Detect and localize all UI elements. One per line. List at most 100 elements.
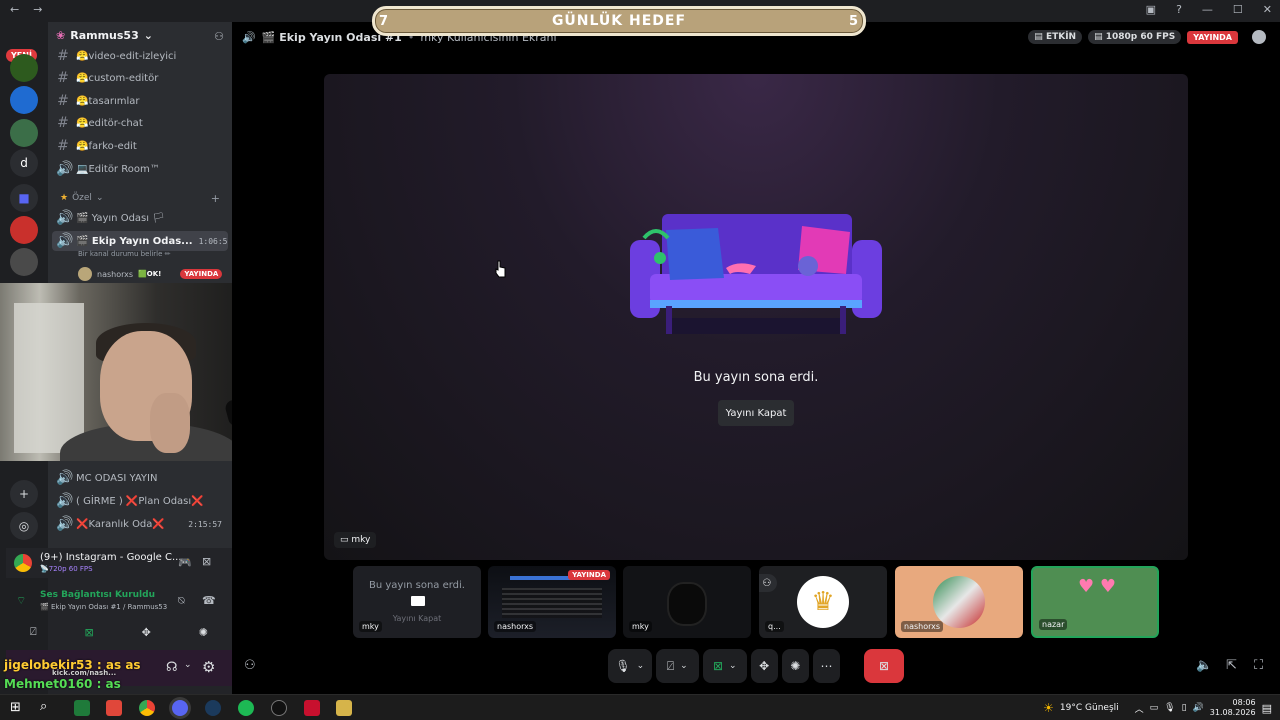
tray-chevron-icon[interactable]: ︿ — [1135, 702, 1144, 715]
close-stream-button[interactable]: Yayını Kapat — [718, 400, 794, 426]
more-button[interactable]: ⋯ — [812, 649, 841, 683]
server-header[interactable]: ❀ Rammus53 ⌄ — [56, 29, 153, 42]
hash-icon: # — [57, 48, 69, 64]
channel-farko-edit[interactable]: # 😤farko-edit — [56, 136, 226, 156]
discord-icon[interactable] — [172, 700, 188, 716]
channel-status[interactable]: Bir kanal durumu belirle ✏ — [78, 250, 171, 258]
microphone-button[interactable]: 🎙 ⌄ — [608, 649, 652, 683]
volume-tray-icon[interactable]: 🔊 — [1193, 703, 1204, 713]
close-icon[interactable]: ✕ — [1263, 3, 1272, 16]
invite-icon[interactable]: ⚇ — [244, 658, 256, 673]
voice-channel[interactable]: 🎬 Ekip Yayın Odası #1 / Rammus53 — [40, 603, 167, 611]
end-call-button[interactable]: ⊠ — [864, 649, 904, 683]
notification-icon[interactable]: ▤ — [1262, 702, 1272, 715]
noise-suppression-icon[interactable]: ⍉ — [178, 594, 185, 608]
section-ozel[interactable]: ★ Özel ⌄ — [60, 193, 103, 203]
taskbar-app-icon[interactable] — [336, 700, 352, 716]
channel-custom-editor[interactable]: # 😤custom-editör — [56, 68, 226, 88]
folder-icon[interactable]: ■ — [10, 184, 38, 212]
voice-member[interactable]: nashorxs 🟩OK! YAYINDA — [78, 267, 223, 281]
people-icon: ⚇ — [762, 577, 772, 589]
participant-tile[interactable]: ♥ ♥ nazar — [1031, 566, 1159, 638]
chevron-down-icon[interactable]: ⌄ — [184, 660, 192, 670]
minimize-icon[interactable]: — — [1202, 3, 1213, 16]
live-badge: YAYINDA — [1187, 30, 1238, 44]
participant-tile[interactable]: ♛ q... ⌄⚇ — [759, 566, 887, 638]
spotify-icon[interactable] — [238, 700, 254, 716]
taskbar-app-icon[interactable] — [304, 700, 320, 716]
star-icon: ★ — [60, 193, 69, 203]
participant-tile[interactable]: Bu yayın sona erdi. Yayını Kapat mky — [353, 566, 481, 638]
maximize-icon[interactable]: ☐ — [1233, 3, 1243, 16]
network-icon[interactable]: ▭ — [1150, 703, 1159, 713]
chrome-icon[interactable] — [139, 700, 155, 716]
server-icon-sonic[interactable] — [10, 86, 38, 114]
channel-ekip-yayin-odasi[interactable]: 🔊🎬 Ekip Yayın Odas... 1:06:53 — [52, 231, 228, 251]
disconnect-icon[interactable]: ☎ — [202, 594, 216, 607]
taskbar-app-icon[interactable] — [106, 700, 122, 716]
couch-illustration — [630, 214, 882, 334]
camera-off-icon[interactable]: ⍁ — [30, 625, 37, 639]
hash-icon: # — [57, 138, 69, 154]
screen-share-button[interactable]: ⊠ ⌄ — [703, 649, 747, 683]
explore-icon[interactable]: ◎ — [10, 512, 38, 540]
inbox-icon[interactable]: ▣ — [1146, 3, 1156, 16]
obs-icon[interactable] — [271, 700, 287, 716]
activities-button[interactable]: ✥ — [750, 649, 778, 683]
participant-tile[interactable]: nashorxs — [895, 566, 1023, 638]
weather-text[interactable]: 19°C Güneşli — [1060, 703, 1119, 713]
back-arrow-icon[interactable]: ← — [10, 3, 33, 16]
chevron-down-icon: ⌄ — [729, 661, 737, 671]
popout-icon[interactable]: ⇱ — [1226, 658, 1237, 673]
chrome-icon — [14, 554, 32, 572]
channel-editor-room[interactable]: 🔊 💻Editör Room™ — [56, 159, 226, 179]
stream-stage: Bu yayın sona erdi. Yayını Kapat ▭ mky — [324, 74, 1188, 560]
soundboard-button[interactable]: ✺ — [781, 649, 809, 683]
channel-plan-odasi[interactable]: 🔊( GİRME ) ❌Plan Odası❌ — [56, 491, 226, 511]
server-icon-rammus[interactable] — [10, 119, 38, 147]
server-icon-adalar[interactable] — [10, 54, 38, 82]
goal-title: GÜNLÜK HEDEF — [551, 13, 687, 29]
forward-arrow-icon[interactable]: → — [33, 3, 56, 16]
search-icon[interactable]: ⌕ — [40, 699, 47, 714]
participant-tile[interactable]: YAYINDA nashorxs — [488, 566, 616, 638]
activity-card[interactable]: (9+) Instagram - Google C... 📡720p 60 FP… — [6, 548, 232, 578]
participants-toggle[interactable]: ⌄⚇ — [759, 574, 777, 592]
fullscreen-icon[interactable]: ⛶ — [1254, 658, 1263, 673]
server-name: Rammus53 — [70, 29, 139, 42]
channel-tasarimlar[interactable]: # 😤tasarımlar — [56, 91, 226, 111]
camera-button[interactable]: ⍁ ⌄ — [655, 649, 700, 683]
battery-icon[interactable]: ▯ — [1182, 703, 1187, 713]
signal-icon[interactable]: ⌔ — [16, 594, 26, 608]
stop-stream-icon[interactable]: ⊠ — [202, 555, 211, 568]
participant-tile[interactable]: mky — [623, 566, 751, 638]
steam-icon[interactable] — [205, 700, 221, 716]
taskbar-app-icon[interactable] — [74, 700, 90, 716]
channel-karanlik-oda[interactable]: 🔊 ❌Karanlık Oda❌ 2:15:57 — [56, 514, 226, 534]
nav-arrows[interactable]: ←→ — [10, 3, 56, 16]
activities-icon[interactable]: ✥ — [142, 626, 151, 639]
chat-bubble-icon[interactable] — [1252, 30, 1266, 44]
channel-editor-chat[interactable]: # 😤editör-chat — [56, 113, 226, 133]
channel-yayin-odasi[interactable]: 🔊 🎬 Yayın Odası 🏳 — [56, 208, 226, 228]
volume-icon[interactable]: 🔈 — [1196, 658, 1212, 673]
add-server-icon[interactable]: + — [10, 480, 38, 508]
help-icon[interactable]: ? — [1176, 3, 1182, 16]
add-channel-icon[interactable]: + — [211, 192, 220, 205]
clock[interactable]: 08:06 31.08.2026 — [1210, 698, 1256, 718]
quality-pill[interactable]: ▤ 1080p 60 FPS — [1088, 30, 1182, 44]
screen-share-icon[interactable]: ⊠ — [84, 626, 93, 639]
gamepad-icon[interactable]: 🎮 — [178, 556, 192, 569]
soundboard-icon[interactable]: ✺ — [199, 626, 208, 639]
server-icon-d[interactable]: d — [10, 149, 38, 177]
headphones-icon[interactable]: ☊ — [166, 660, 178, 675]
channel-mc-odasi[interactable]: 🔊 MC ODASI YAYIN — [56, 468, 226, 488]
add-member-icon[interactable]: ⚇ — [214, 30, 224, 43]
server-icon-grey[interactable] — [10, 248, 38, 276]
windows-start-icon[interactable]: ⊞ — [10, 700, 21, 715]
activity-pill[interactable]: ▤ ETKİN — [1028, 30, 1083, 44]
server-icon-red[interactable] — [10, 216, 38, 244]
channel-video-edit-izleyici[interactable]: # 😤video-edit-izleyici — [56, 46, 226, 66]
settings-gear-icon[interactable]: ⚙ — [202, 658, 215, 676]
mic-tray-icon[interactable]: 🎙 — [1164, 703, 1175, 713]
